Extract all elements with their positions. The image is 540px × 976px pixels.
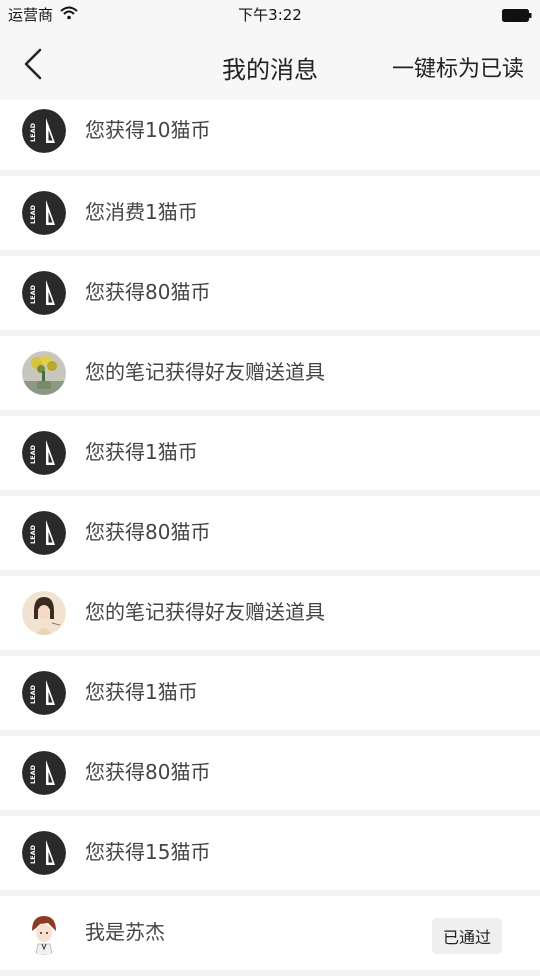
message-text: 您获得1猫币 bbox=[85, 680, 198, 704]
user-photo-avatar bbox=[22, 351, 66, 395]
message-item[interactable]: LEAD 您获得1猫币 bbox=[0, 416, 540, 490]
message-text: 您获得1猫币 bbox=[85, 440, 198, 464]
message-item[interactable]: 您的笔记获得好友赠送道具 bbox=[0, 336, 540, 410]
message-item[interactable]: LEAD 您获得1猫币 bbox=[0, 656, 540, 730]
status-time: 下午3:22 bbox=[238, 6, 302, 24]
message-text: 您获得10猫币 bbox=[85, 118, 211, 142]
lead-logo-avatar: LEAD bbox=[22, 511, 66, 555]
lead-logo-avatar: LEAD bbox=[22, 191, 66, 235]
message-item[interactable]: LEAD 您获得80猫币 bbox=[0, 256, 540, 330]
svg-text:LEAD: LEAD bbox=[29, 284, 37, 304]
lead-logo-avatar: LEAD bbox=[22, 271, 66, 315]
message-item[interactable]: LEAD 您消费1猫币 bbox=[0, 176, 540, 250]
svg-text:LEAD: LEAD bbox=[29, 444, 37, 464]
status-bar: 运营商 下午3:22 bbox=[0, 0, 540, 28]
svg-text:LEAD: LEAD bbox=[29, 764, 37, 784]
battery-icon bbox=[502, 7, 532, 22]
message-item[interactable]: LEAD 您获得80猫币 bbox=[0, 496, 540, 570]
message-item[interactable]: 您的笔记获得好友赠送道具 bbox=[0, 576, 540, 650]
message-text: 您的笔记获得好友赠送道具 bbox=[85, 360, 325, 384]
approved-status-badge: 已通过 bbox=[431, 918, 502, 954]
nav-bar: 我的消息 一键标为已读 bbox=[0, 28, 540, 101]
message-text: 您获得80猫币 bbox=[85, 280, 211, 304]
svg-text:LEAD: LEAD bbox=[29, 122, 37, 142]
message-text: 我是苏杰 bbox=[85, 920, 165, 944]
message-item[interactable]: LEAD 您获得15猫币 bbox=[0, 816, 540, 890]
lead-logo-avatar: LEAD bbox=[22, 671, 66, 715]
lead-logo-avatar: LEAD bbox=[22, 751, 66, 795]
user-photo-avatar bbox=[22, 591, 66, 635]
message-text: 您的笔记获得好友赠送道具 bbox=[85, 600, 325, 624]
svg-text:LEAD: LEAD bbox=[29, 684, 37, 704]
user-photo-avatar bbox=[22, 911, 66, 955]
lead-logo-avatar: LEAD bbox=[22, 431, 66, 475]
lead-logo-avatar: LEAD bbox=[22, 109, 66, 153]
message-text: 您获得15猫币 bbox=[85, 840, 211, 864]
message-text: 您获得80猫币 bbox=[85, 760, 211, 784]
message-text: 您消费1猫币 bbox=[85, 200, 198, 224]
svg-text:LEAD: LEAD bbox=[29, 844, 37, 864]
svg-text:LEAD: LEAD bbox=[29, 524, 37, 544]
message-item[interactable]: LEAD 您获得10猫币 bbox=[0, 100, 540, 170]
message-list: LEAD 您获得10猫币 LEAD 您消费1猫币 LEAD 您获得80猫币 您的… bbox=[0, 100, 540, 976]
message-text: 您获得80猫币 bbox=[85, 520, 211, 544]
svg-text:LEAD: LEAD bbox=[29, 204, 37, 224]
message-item[interactable]: 我是苏杰 已通过 bbox=[0, 896, 540, 970]
lead-logo-avatar: LEAD bbox=[22, 831, 66, 875]
message-item[interactable]: LEAD 您获得80猫币 bbox=[0, 736, 540, 810]
mark-all-read-button[interactable]: 一键标为已读 bbox=[392, 51, 524, 83]
